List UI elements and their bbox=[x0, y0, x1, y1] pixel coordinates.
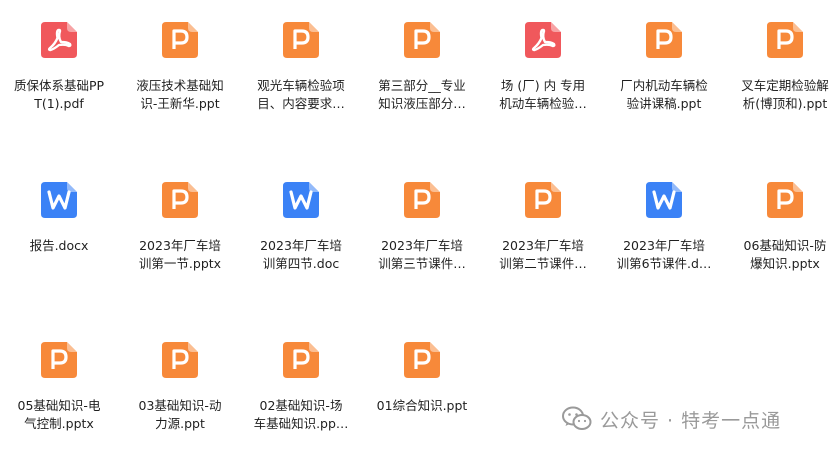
file-name: 液压技术基础知 识-王新华.ppt bbox=[121, 77, 239, 113]
file-item[interactable]: 06基础知识-防 爆知识.pptx bbox=[726, 180, 839, 273]
file-name: 01综合知识.ppt bbox=[363, 397, 481, 415]
file-item[interactable]: 05基础知识-电 气控制.pptx bbox=[0, 340, 118, 433]
ppt-icon bbox=[726, 20, 839, 60]
file-grid: 质保体系基础PP T(1).pdf 液压技术基础知 识-王新华.ppt 观光车辆检验项目… bbox=[0, 0, 839, 453]
file-name: 叉车定期检验解 析(博顶和).ppt bbox=[726, 77, 839, 113]
file-name-line2: 训第四节.doc bbox=[262, 256, 340, 271]
file-name-line1: 2023年厂车培 bbox=[260, 238, 342, 253]
file-name-line2: 力源.ppt bbox=[155, 416, 205, 431]
file-name-line1: 第三部分__专业 bbox=[378, 78, 466, 93]
ppt-icon bbox=[242, 20, 360, 60]
file-name: 2023年厂车培 训第二节课件… bbox=[484, 237, 602, 273]
file-name-line2: 机动车辆检验… bbox=[499, 96, 587, 111]
wechat-icon bbox=[562, 406, 592, 430]
file-item[interactable]: 01综合知识.ppt bbox=[363, 340, 481, 415]
file-name-line1: 2023年厂车培 bbox=[623, 238, 705, 253]
file-name: 场 (厂) 内 专用 机动车辆检验… bbox=[484, 77, 602, 113]
file-name-line2: 目、内容要求… bbox=[257, 96, 345, 111]
file-item[interactable]: 2023年厂车培 训第6节课件.d… bbox=[605, 180, 723, 273]
file-name-line2: 析(博顶和).ppt bbox=[742, 96, 828, 111]
file-item[interactable]: 02基础知识-场 车基础知识.pp… bbox=[242, 340, 360, 433]
ppt-icon bbox=[242, 340, 360, 380]
file-name-line1: 03基础知识-动 bbox=[138, 398, 222, 413]
file-name-line1: 观光车辆检验项 bbox=[257, 78, 345, 93]
file-name: 厂内机动车辆检 验讲课稿.ppt bbox=[605, 77, 723, 113]
ppt-icon bbox=[484, 180, 602, 220]
file-name-line1: 厂内机动车辆检 bbox=[620, 78, 708, 93]
file-name: 第三部分__专业 知识液压部分… bbox=[363, 77, 481, 113]
file-item[interactable]: 观光车辆检验项 目、内容要求… bbox=[242, 20, 360, 113]
file-name-line2: 爆知识.pptx bbox=[750, 256, 820, 271]
ppt-icon bbox=[363, 340, 481, 380]
pdf-icon bbox=[484, 20, 602, 60]
file-name: 05基础知识-电 气控制.pptx bbox=[0, 397, 118, 433]
file-name-line1: 05基础知识-电 bbox=[17, 398, 101, 413]
file-item[interactable]: 2023年厂车培 训第一节.pptx bbox=[121, 180, 239, 273]
file-name: 03基础知识-动 力源.ppt bbox=[121, 397, 239, 433]
ppt-icon bbox=[121, 340, 239, 380]
file-name-line2: 知识液压部分… bbox=[378, 96, 466, 111]
file-name: 2023年厂车培 训第一节.pptx bbox=[121, 237, 239, 273]
file-name-line2: 车基础知识.pp… bbox=[253, 416, 349, 431]
ppt-icon bbox=[121, 20, 239, 60]
file-name-line1: 2023年厂车培 bbox=[502, 238, 584, 253]
file-item[interactable]: 2023年厂车培 训第四节.doc bbox=[242, 180, 360, 273]
ppt-icon bbox=[0, 340, 118, 380]
file-item[interactable]: 场 (厂) 内 专用 机动车辆检验… bbox=[484, 20, 602, 113]
file-name-line1: 02基础知识-场 bbox=[259, 398, 343, 413]
file-name: 06基础知识-防 爆知识.pptx bbox=[726, 237, 839, 273]
file-name-line2: 气控制.pptx bbox=[24, 416, 94, 431]
file-name-line1: 叉车定期检验解 bbox=[741, 78, 829, 93]
ppt-icon bbox=[363, 180, 481, 220]
file-name: 观光车辆检验项 目、内容要求… bbox=[242, 77, 360, 113]
file-name-line1: 2023年厂车培 bbox=[381, 238, 463, 253]
file-name: 2023年厂车培 训第6节课件.d… bbox=[605, 237, 723, 273]
word-icon bbox=[242, 180, 360, 220]
file-name: 02基础知识-场 车基础知识.pp… bbox=[242, 397, 360, 433]
file-name-line1: 质保体系基础PP bbox=[13, 78, 105, 93]
file-item[interactable]: 第三部分__专业 知识液压部分… bbox=[363, 20, 481, 113]
file-item[interactable]: 液压技术基础知 识-王新华.ppt bbox=[121, 20, 239, 113]
file-item[interactable]: 质保体系基础PP T(1).pdf bbox=[0, 20, 118, 113]
file-name: 报告.docx bbox=[0, 237, 118, 255]
watermark-text: 公众号 · 特考一点通 bbox=[600, 409, 782, 432]
file-name-line1: 06基础知识-防 bbox=[743, 238, 827, 253]
file-name: 2023年厂车培 训第三节课件… bbox=[363, 237, 481, 273]
ppt-icon bbox=[363, 20, 481, 60]
file-name-line2: T(1).pdf bbox=[34, 96, 84, 111]
file-name: 2023年厂车培 训第四节.doc bbox=[242, 237, 360, 273]
file-name-line1: 场 (厂) 内 专用 bbox=[500, 78, 586, 93]
pdf-icon bbox=[0, 20, 118, 60]
file-name-line1: 液压技术基础知 bbox=[136, 78, 224, 93]
ppt-icon bbox=[605, 20, 723, 60]
file-item[interactable]: 叉车定期检验解 析(博顶和).ppt bbox=[726, 20, 839, 113]
file-item[interactable]: 厂内机动车辆检 验讲课稿.ppt bbox=[605, 20, 723, 113]
file-item[interactable]: 03基础知识-动 力源.ppt bbox=[121, 340, 239, 433]
file-name-line2: 训第6节课件.d… bbox=[616, 256, 712, 271]
file-item[interactable]: 2023年厂车培 训第三节课件… bbox=[363, 180, 481, 273]
file-name-line2: 训第一节.pptx bbox=[138, 256, 222, 271]
file-name-line1: 2023年厂车培 bbox=[139, 238, 221, 253]
file-name-line1: 报告.docx bbox=[29, 238, 89, 253]
word-icon bbox=[0, 180, 118, 220]
file-name-line2: 训第三节课件… bbox=[378, 256, 466, 271]
file-name: 质保体系基础PP T(1).pdf bbox=[0, 77, 118, 113]
file-name-line1: 01综合知识.ppt bbox=[376, 398, 468, 413]
file-item[interactable]: 报告.docx bbox=[0, 180, 118, 255]
file-name-line2: 训第二节课件… bbox=[499, 256, 587, 271]
ppt-icon bbox=[121, 180, 239, 220]
word-icon bbox=[605, 180, 723, 220]
file-name-line2: 识-王新华.ppt bbox=[140, 96, 220, 111]
watermark: 公众号 · 特考一点通 bbox=[562, 404, 781, 434]
ppt-icon bbox=[726, 180, 839, 220]
file-name-line2: 验讲课稿.ppt bbox=[626, 96, 702, 111]
file-item[interactable]: 2023年厂车培 训第二节课件… bbox=[484, 180, 602, 273]
